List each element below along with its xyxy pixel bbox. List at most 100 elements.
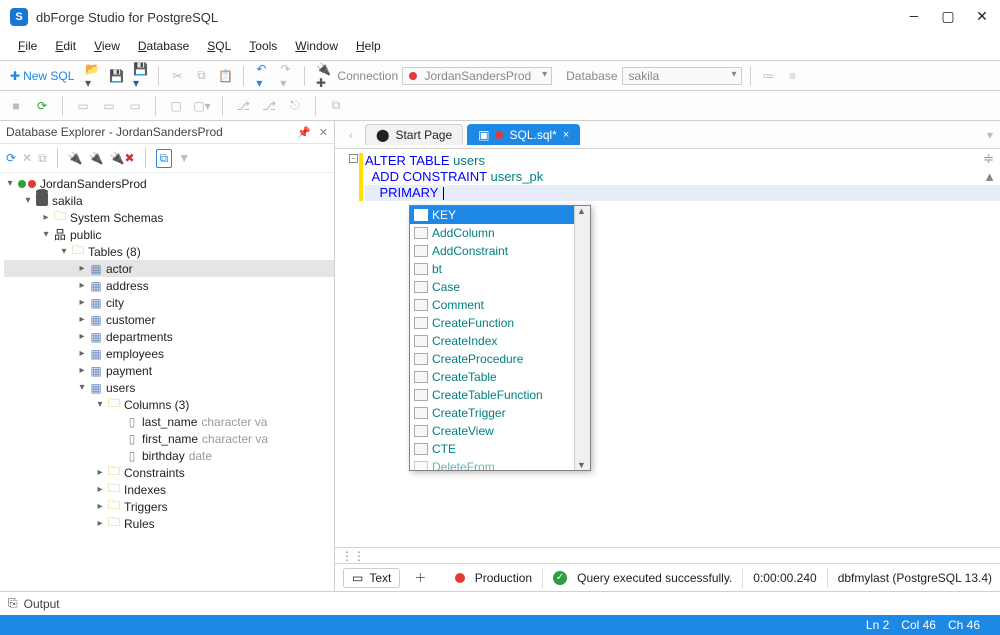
editor-splitter[interactable]: ⋮⋮ [335,547,1000,563]
copy-node-button[interactable]: ⧉ [38,151,47,166]
minimize-button[interactable]: — [906,9,922,25]
col-first-name[interactable]: first_name [142,432,198,446]
indexes-node[interactable]: Indexes [124,483,166,497]
explorer-tree[interactable]: ▾JordanSandersProd ▾sakila ▸🗀System Sche… [0,173,334,591]
ac-item[interactable]: CTE [410,440,574,458]
ac-item[interactable]: CreateTrigger [410,404,574,422]
align-button[interactable]: ≡ [783,67,803,85]
ac-item[interactable]: bt [410,260,574,278]
tb-btn-2[interactable]: ▭ [99,97,119,115]
new-connection-button[interactable]: 🔌✚ [313,60,333,92]
disconnect-button[interactable]: 🔌 [89,151,104,165]
ac-item[interactable]: AddConstraint [410,242,574,260]
schema-node[interactable]: public [70,228,101,242]
autocomplete-popup[interactable]: ≔KEY AddColumn AddConstraint bt Case Com… [409,205,591,471]
ac-item[interactable]: CreateProcedure [410,350,574,368]
scroll-up-icon[interactable]: ▲ [983,169,996,184]
ac-item[interactable]: CreateIndex [410,332,574,350]
table-payment[interactable]: payment [106,364,152,378]
add-view-button[interactable]: ＋ [410,567,430,588]
tb-btn-7[interactable]: ⎇ [259,97,279,115]
pin-icon[interactable]: 📌 [297,126,311,139]
database-combo[interactable]: sakila [622,67,742,85]
tb-btn-4[interactable]: ▢ [166,97,186,115]
table-departments[interactable]: departments [106,330,173,344]
tb-btn-1[interactable]: ▭ [73,97,93,115]
tabs-overflow[interactable]: ▾ [980,126,1000,144]
table-city[interactable]: city [106,296,124,310]
constraints-node[interactable]: Constraints [124,466,185,480]
ac-item[interactable]: CreateView [410,422,574,440]
autocomplete-scrollbar[interactable] [574,206,590,470]
tb-btn-8[interactable]: ⎋ [285,96,305,115]
format-button[interactable]: ≔ [759,67,779,85]
tb-btn-3[interactable]: ▭ [125,97,145,115]
refresh-button[interactable]: ⟳ [32,97,52,115]
env-label: Production [475,571,532,585]
ac-item-key[interactable]: ≔KEY [410,206,574,224]
menu-edit[interactable]: Edit [47,36,84,56]
rules-node[interactable]: Rules [124,517,155,531]
ac-item[interactable]: CreateTable [410,368,574,386]
tables-node[interactable]: Tables (8) [88,245,141,259]
close-button[interactable]: ✕ [974,9,990,25]
ac-item[interactable]: Comment [410,296,574,314]
table-users[interactable]: users [106,381,135,395]
code-editor[interactable]: − ≑ ▲ ALTER TABLE users ADD CONSTRAINT u… [335,149,1000,547]
filter-button[interactable]: ▼ [178,151,190,165]
db-node[interactable]: sakila [52,194,83,208]
open-button[interactable]: 📂▾ [82,60,102,92]
table-employees[interactable]: employees [106,347,164,361]
conn-node[interactable]: JordanSandersProd [40,177,147,191]
undo-button[interactable]: ↶ ▾ [252,60,272,92]
table-address[interactable]: address [106,279,149,293]
ac-item[interactable]: CreateFunction [410,314,574,332]
triggers-node[interactable]: Triggers [124,500,168,514]
ac-item[interactable]: DeleteFrom [410,458,574,470]
delete-node-button[interactable]: ✕ [22,151,32,165]
menu-tools[interactable]: Tools [241,36,285,56]
view-mode-button[interactable]: ⧉ [156,149,173,168]
save-button[interactable]: 💾 [106,67,126,85]
output-panel-header[interactable]: ⎘ Output [0,591,1000,615]
menu-window[interactable]: Window [287,36,346,56]
remove-conn-button[interactable]: 🔌✖ [110,151,135,165]
table-actor[interactable]: actor [106,262,133,276]
sys-schemas-node[interactable]: System Schemas [70,211,163,225]
ac-item[interactable]: CreateTableFunction [410,386,574,404]
tabs-nav-back[interactable]: ‹ [341,126,361,144]
close-panel-icon[interactable]: ✕ [319,126,328,139]
col-birthday[interactable]: birthday [142,449,185,463]
change-marker [359,153,363,201]
save-all-button[interactable]: 💾▾ [130,60,150,92]
close-tab-icon[interactable]: × [563,129,569,141]
menu-view[interactable]: View [86,36,128,56]
table-customer[interactable]: customer [106,313,155,327]
ac-item[interactable]: Case [410,278,574,296]
fold-icon[interactable]: − [349,154,358,163]
stop-button[interactable]: ■ [6,97,26,115]
col-last-name[interactable]: last_name [142,415,197,429]
split-handle-icon[interactable]: ≑ [983,151,996,167]
tab-sql[interactable]: ▣ SQL.sql* × [467,124,580,145]
refresh-tree-button[interactable]: ⟳ [6,151,16,165]
connection-combo[interactable]: JordanSandersProd [402,67,552,85]
tb-btn-6[interactable]: ⎇ [233,97,253,115]
tab-start-page[interactable]: ⬤ Start Page [365,124,463,145]
new-sql-button[interactable]: ✚ New SQL [6,67,78,85]
menu-file[interactable]: File [10,36,45,56]
menu-database[interactable]: Database [130,36,197,56]
ac-item[interactable]: AddColumn [410,224,574,242]
cut-button[interactable]: ✂ [167,67,187,85]
maximize-button[interactable]: ▢ [940,9,956,25]
tb-btn-5[interactable]: ▢▾ [192,97,212,115]
tb-btn-9[interactable]: ⧉ [326,96,346,115]
text-view-button[interactable]: ▭ Text [343,568,400,588]
columns-node[interactable]: Columns (3) [124,398,189,412]
copy-button[interactable]: ⧉ [191,66,211,85]
menu-help[interactable]: Help [348,36,389,56]
menu-sql[interactable]: SQL [199,36,239,56]
connect-button[interactable]: 🔌 [68,151,83,165]
redo-button[interactable]: ↷ ▾ [276,60,296,92]
paste-button[interactable]: 📋 [215,67,235,85]
